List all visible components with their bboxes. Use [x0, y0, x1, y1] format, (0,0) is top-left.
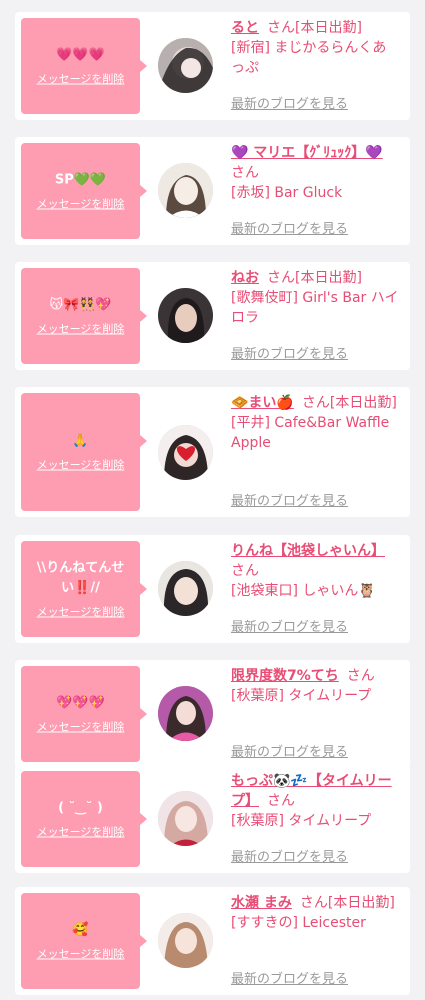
message-text: SP💚💚: [54, 172, 107, 188]
message-text: 💗💗💗: [56, 47, 105, 63]
cast-suffix: さん: [231, 165, 259, 181]
cast-name-link[interactable]: ると: [231, 20, 259, 36]
cast-name-link[interactable]: 🧇まい🍎: [231, 395, 294, 411]
cast-suffix: さん[本日出勤]: [301, 395, 397, 411]
message-bubble: 🙏 メッセージを削除: [21, 393, 147, 511]
delete-message-link[interactable]: メッセージを削除: [25, 196, 136, 212]
avatar[interactable]: [158, 425, 213, 480]
cast-name-link[interactable]: 水瀬 まみ: [231, 895, 292, 911]
cast-info: 水瀬 まみ さん[本日出勤] [すすきの] Leicester: [231, 893, 400, 933]
cast-name-link[interactable]: 💜 マリエ【ｸﾞﾘｭｯｸ】💜: [231, 145, 383, 161]
delete-message-link[interactable]: メッセージを削除: [25, 457, 136, 473]
message-bubble: \\りんねてんせい‼️// メッセージを削除: [21, 541, 147, 637]
message-text: ( ˘‿˘ ): [58, 800, 103, 816]
cast-info: ねお さん[本日出勤] [歌舞伎町] Girl's Bar ハイロラ: [231, 268, 400, 328]
message-bubble: 💖💖💖 メッセージを削除: [21, 666, 147, 762]
message-text: \\りんねてんせい‼️//: [36, 560, 125, 596]
delete-message-link[interactable]: メッセージを削除: [25, 824, 136, 840]
latest-blog-link[interactable]: 最新のブログを見る: [231, 343, 348, 362]
delete-message-link[interactable]: メッセージを削除: [25, 71, 136, 87]
shop-info: [秋葉原] タイムリープ: [231, 688, 372, 704]
avatar[interactable]: [158, 288, 213, 343]
cast-suffix: さん: [267, 793, 295, 809]
latest-blog-link[interactable]: 最新のブログを見る: [231, 218, 348, 237]
delete-message-link[interactable]: メッセージを削除: [25, 604, 136, 620]
message-list: 💗💗💗 メッセージを削除 ると さん[本日出勤] [新宿] まじかるらんくあっぷ …: [0, 0, 425, 1000]
latest-blog-link[interactable]: 最新のブログを見る: [231, 616, 348, 635]
cast-name-link[interactable]: 限界度数7%てち: [231, 668, 339, 684]
shop-info: [新宿] まじかるらんくあっぷ: [231, 40, 387, 76]
delete-message-link[interactable]: メッセージを削除: [25, 946, 136, 962]
cast-suffix: さん[本日出勤]: [267, 270, 362, 286]
latest-blog-link[interactable]: 最新のブログを見る: [231, 968, 348, 987]
shop-info: [池袋東口] しゃいん🦉: [231, 583, 376, 599]
latest-blog-link[interactable]: 最新のブログを見る: [231, 846, 348, 865]
list-item: SP💚💚 メッセージを削除 💜 マリエ【ｸﾞﾘｭｯｸ】💜 さん [赤坂] Bar…: [15, 137, 410, 245]
cast-info: 💜 マリエ【ｸﾞﾘｭｯｸ】💜 さん [赤坂] Bar Gluck: [231, 143, 400, 203]
cast-info: 限界度数7%てち さん [秋葉原] タイムリープ: [231, 666, 400, 706]
list-item: 💖💖💖 メッセージを削除 限界度数7%てち さん [秋葉原] タイムリープ 最新の…: [15, 660, 410, 768]
message-bubble: SP💚💚 メッセージを削除: [21, 143, 147, 239]
shop-info: [赤坂] Bar Gluck: [231, 185, 343, 201]
cast-info: ると さん[本日出勤] [新宿] まじかるらんくあっぷ: [231, 18, 400, 78]
avatar[interactable]: [158, 686, 213, 741]
avatar[interactable]: [158, 38, 213, 93]
message-text: 🥰: [72, 922, 89, 938]
avatar[interactable]: [158, 791, 213, 846]
shop-info: [平井] Cafe&Bar Waffle Apple: [231, 415, 390, 451]
latest-blog-link[interactable]: 最新のブログを見る: [231, 490, 348, 509]
delete-message-link[interactable]: メッセージを削除: [25, 321, 136, 337]
latest-blog-link[interactable]: 最新のブログを見る: [231, 741, 348, 760]
cast-suffix: さん: [346, 668, 375, 684]
list-item: 🙏 メッセージを削除 🧇まい🍎 さん[本日出勤] [平井] Cafe&Bar Wa…: [15, 387, 410, 517]
cast-info: りんね【池袋しゃいん】 さん [池袋東口] しゃいん🦉: [231, 541, 400, 601]
cast-info: 🧇まい🍎 さん[本日出勤] [平井] Cafe&Bar Waffle Apple: [231, 393, 400, 453]
cast-name-link[interactable]: りんね【池袋しゃいん】: [231, 543, 385, 559]
message-bubble: 😽🎀👯💖 メッセージを削除: [21, 268, 147, 364]
avatar[interactable]: [158, 561, 213, 616]
list-item: \\りんねてんせい‼️// メッセージを削除 りんね【池袋しゃいん】 さん [池…: [15, 535, 410, 643]
shop-info: [秋葉原] タイムリープ: [231, 813, 372, 829]
message-text: 🙏: [72, 433, 89, 449]
message-bubble: 💗💗💗 メッセージを削除: [21, 18, 147, 114]
avatar[interactable]: [158, 913, 213, 968]
cast-suffix: さん[本日出勤]: [299, 895, 395, 911]
cast-suffix: さん: [231, 563, 259, 579]
latest-blog-link[interactable]: 最新のブログを見る: [231, 93, 348, 112]
avatar[interactable]: [158, 163, 213, 218]
delete-message-link[interactable]: メッセージを削除: [25, 719, 136, 735]
message-bubble: ( ˘‿˘ ) メッセージを削除: [21, 771, 147, 867]
list-item: ( ˘‿˘ ) メッセージを削除 もっぷ🐼💤【タイムリープ】 さん [秋葉原] タ…: [15, 765, 410, 873]
shop-info: [すすきの] Leicester: [231, 915, 366, 931]
list-item: 😽🎀👯💖 メッセージを削除 ねお さん[本日出勤] [歌舞伎町] Girl's B…: [15, 262, 410, 370]
cast-suffix: さん[本日出勤]: [267, 20, 362, 36]
cast-name-link[interactable]: ねお: [231, 270, 259, 286]
message-bubble: 🥰 メッセージを削除: [21, 893, 147, 989]
cast-info: もっぷ🐼💤【タイムリープ】 さん [秋葉原] タイムリープ: [231, 771, 400, 831]
message-text: 😽🎀👯💖: [49, 297, 112, 313]
message-text: 💖💖💖: [56, 695, 105, 711]
list-item: 💗💗💗 メッセージを削除 ると さん[本日出勤] [新宿] まじかるらんくあっぷ …: [15, 12, 410, 120]
cast-name-link[interactable]: もっぷ🐼💤【タイムリープ】: [231, 773, 392, 809]
shop-info: [歌舞伎町] Girl's Bar ハイロラ: [231, 290, 399, 326]
list-item: 🥰 メッセージを削除 水瀬 まみ さん[本日出勤] [すすきの] Leiceste…: [15, 887, 410, 995]
